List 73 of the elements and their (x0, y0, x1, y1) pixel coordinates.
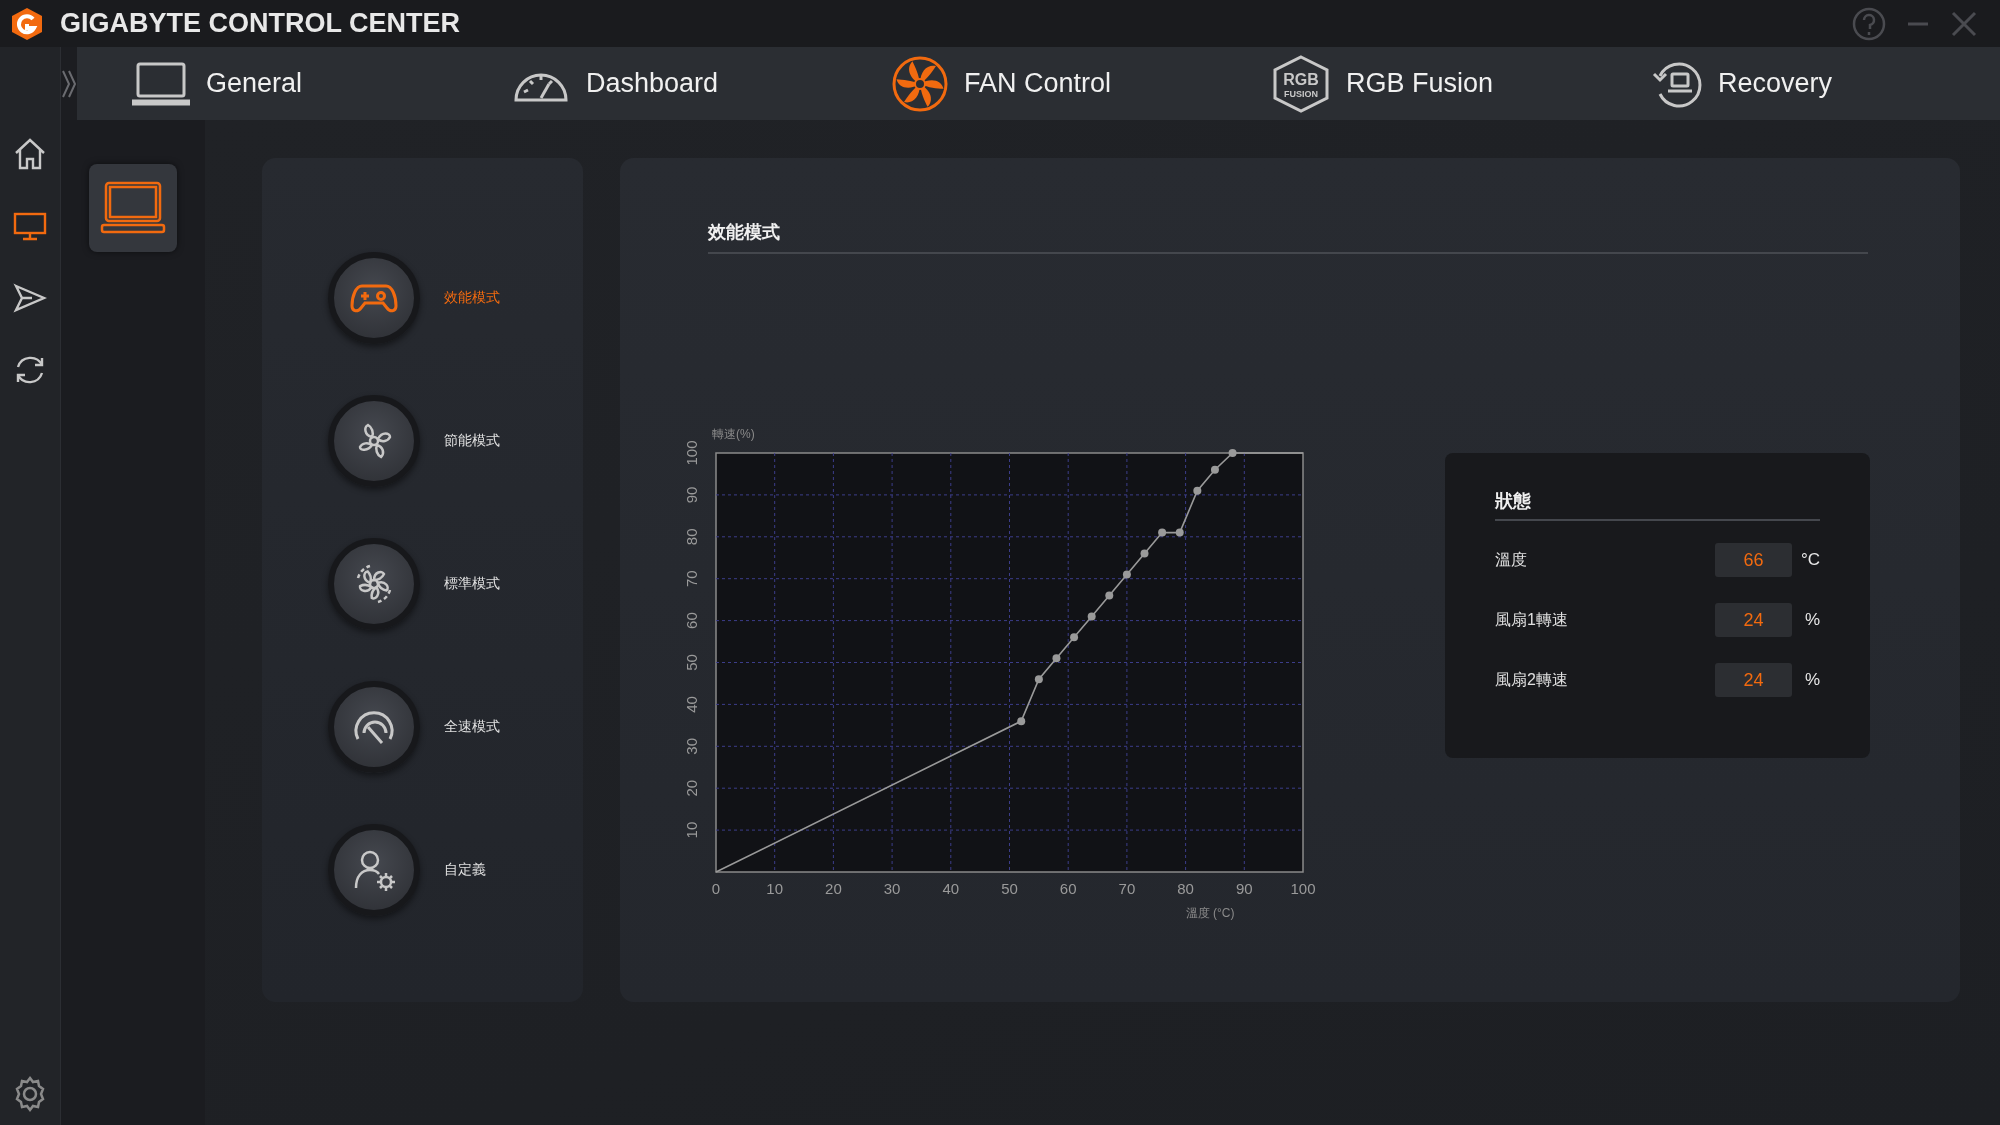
mode-label: 標準模式 (444, 575, 500, 593)
app-logo (10, 6, 44, 41)
y-axis-label: 轉速(%) (712, 427, 755, 441)
recovery-icon (1652, 59, 1702, 108)
close-icon (1950, 9, 1978, 38)
point (1175, 528, 1184, 537)
y-tick-label: 80 (683, 528, 700, 546)
unit-label: °C (1799, 550, 1820, 570)
tab[interactable]: General (132, 60, 512, 107)
double-chevron-icon (61, 68, 77, 99)
point (1158, 528, 1167, 537)
x-tick-label: 80 (1177, 880, 1194, 897)
send-icon (13, 281, 47, 315)
tab[interactable]: RGB FUSION RGB Fusion (1272, 54, 1652, 113)
unit-label: % (1803, 610, 1820, 630)
unit-label: % (1803, 670, 1820, 690)
point (1122, 570, 1131, 579)
mode-label: 全速模式 (444, 718, 500, 736)
x-tick-label: 10 (766, 880, 784, 897)
home-icon (13, 137, 47, 171)
point (1034, 675, 1043, 684)
x-tick-label: 20 (825, 880, 842, 897)
point (1087, 612, 1096, 621)
sidebar-item[interactable] (13, 281, 47, 315)
x-axis-label: 溫度 (°C) (1185, 906, 1235, 920)
point (1017, 717, 1026, 726)
window-title: GIGABYTE CONTROL CENTER (60, 8, 461, 39)
sidebar-item[interactable] (13, 137, 47, 171)
fan-icon (892, 55, 948, 112)
point (1193, 486, 1202, 495)
y-tick-label: 100 (683, 440, 700, 466)
x-tick-label: 0 (711, 880, 721, 897)
curve-title: 效能模式 (708, 220, 1868, 254)
laptop-icon (132, 60, 190, 107)
status-label: 風扇2轉速 (1495, 669, 1569, 690)
x-tick-label: 60 (1059, 880, 1077, 897)
tab[interactable]: FAN Control (892, 55, 1272, 112)
x-tick-label: 70 (1118, 880, 1136, 897)
point (1210, 465, 1219, 474)
point (1052, 654, 1061, 663)
x-tick-label: 40 (942, 880, 960, 897)
x-tick-label: 90 (1235, 880, 1253, 897)
mode-label: 效能模式 (444, 289, 500, 307)
mode-label: 自定義 (444, 861, 486, 879)
mode-label: 節能模式 (444, 432, 500, 450)
point (1140, 549, 1149, 558)
device-tile[interactable] (89, 164, 177, 252)
y-tick-label: 60 (683, 612, 700, 629)
expand-button[interactable] (61, 68, 77, 99)
status-label: 溫度 (1495, 549, 1528, 570)
status-value: 24 (1715, 603, 1792, 637)
y-tick-label: 10 (683, 821, 700, 839)
x-tick-label: 30 (883, 880, 901, 897)
point (1105, 591, 1114, 600)
rgb-shield-icon: RGB FUSION (1272, 54, 1330, 113)
point (1228, 449, 1237, 457)
y-tick-label: 50 (683, 654, 700, 671)
x-tick-label: 50 (1001, 880, 1018, 897)
y-tick-label: 20 (683, 779, 700, 797)
minimize-icon (1908, 21, 1928, 26)
status-value: 24 (1715, 663, 1792, 697)
x-tick-label: 100 (1290, 880, 1316, 897)
y-tick-label: 70 (683, 570, 700, 588)
status-value: 66 (1715, 543, 1792, 577)
y-tick-label: 90 (683, 486, 700, 504)
tab[interactable]: Dashboard (512, 63, 892, 104)
y-tick-label: 30 (683, 737, 700, 755)
status-title: 狀態 (1495, 489, 1820, 521)
point (1070, 633, 1079, 642)
y-tick-label: 40 (683, 696, 700, 713)
status-label: 風扇1轉速 (1495, 609, 1569, 630)
help-icon (1852, 6, 1886, 41)
tab[interactable]: Recovery (1652, 59, 2000, 108)
